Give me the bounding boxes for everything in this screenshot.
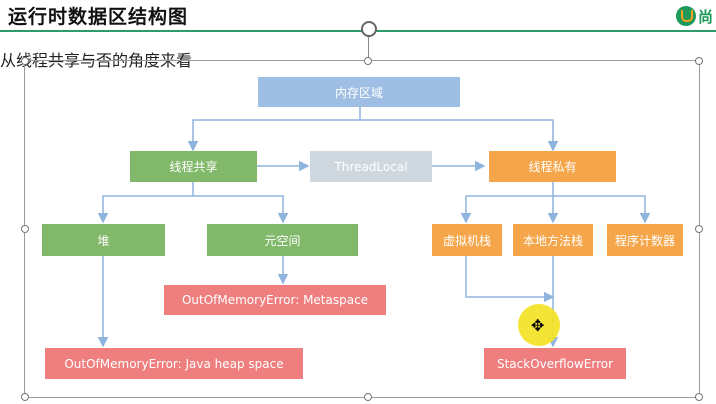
node-oom-heap: OutOfMemoryError: Java heap space (45, 348, 303, 379)
node-oom-metaspace: OutOfMemoryError: Metaspace (164, 285, 386, 315)
node-threadlocal: ThreadLocal (310, 151, 432, 182)
node-heap: 堆 (42, 224, 165, 256)
node-vm-stack: 虚拟机栈 (432, 224, 502, 256)
connector-lines (97, 107, 651, 348)
node-thread-shared: 线程共享 (130, 151, 257, 182)
move-cursor-icon: ✥ (531, 316, 545, 335)
node-pc-register: 程序计数器 (607, 224, 683, 256)
node-metaspace: 元空间 (207, 224, 358, 256)
node-stack-overflow: StackOverflowError (484, 348, 626, 379)
node-native-method-stack: 本地方法栈 (513, 224, 593, 256)
node-thread-private: 线程私有 (489, 151, 616, 182)
node-memory-area: 内存区域 (258, 77, 460, 107)
